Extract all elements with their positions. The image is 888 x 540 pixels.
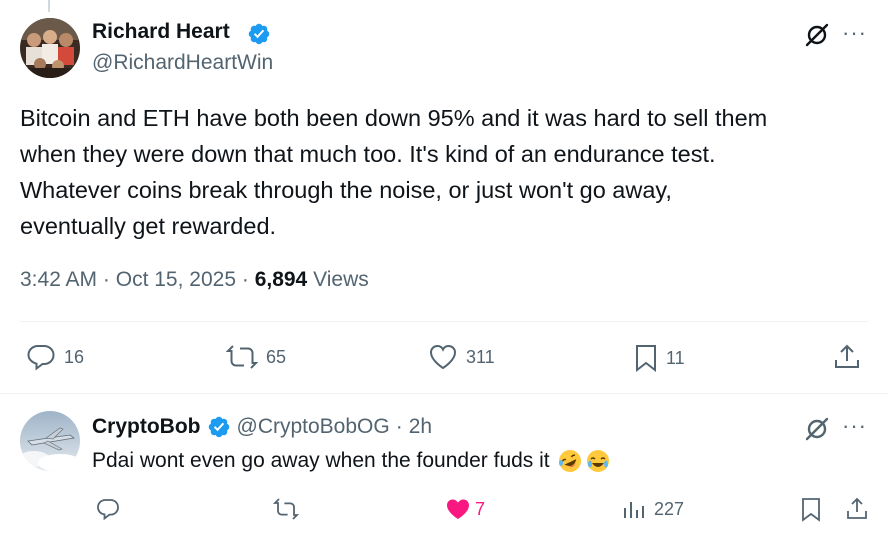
main-tweet: Richard Heart @RichardHeartWin ··· Bitco… bbox=[0, 0, 888, 393]
reply-author-avatar[interactable] bbox=[20, 411, 80, 471]
repost-button[interactable]: 65 bbox=[226, 343, 286, 371]
tweet-text-line: Bitcoin and ETH have both been down 95% … bbox=[20, 105, 768, 131]
reply-button[interactable] bbox=[96, 497, 120, 521]
tweet-meta: 3:42 AM · Oct 15, 2025 · 6,894 Views bbox=[20, 268, 369, 292]
repost-count: 65 bbox=[266, 346, 287, 367]
views-chart-icon bbox=[624, 502, 644, 518]
meta-separator: · bbox=[102, 268, 110, 291]
reply-icon bbox=[27, 345, 55, 371]
views-button[interactable]: 227 bbox=[622, 497, 684, 521]
tweet-text: Bitcoin and ETH have both been down 95% … bbox=[20, 100, 870, 244]
share-icon bbox=[835, 344, 859, 368]
tweet-text-line: eventually get rewarded. bbox=[20, 213, 277, 239]
tweet-time[interactable]: 3:42 AM bbox=[20, 268, 97, 291]
like-count: 7 bbox=[475, 498, 486, 519]
tweet-text-line: when they were down that much too. It's … bbox=[20, 141, 716, 167]
like-count: 311 bbox=[466, 346, 495, 367]
like-button[interactable]: 7 bbox=[445, 497, 485, 521]
more-options-icon[interactable]: ··· bbox=[842, 20, 867, 46]
reply-text-body: Pdai wont even go away when the founder … bbox=[92, 449, 550, 472]
grok-icon[interactable] bbox=[804, 416, 830, 442]
reply-header: CryptoBob @CryptoBobOG · 2h bbox=[92, 415, 432, 439]
repost-button[interactable] bbox=[273, 497, 299, 521]
bookmark-button[interactable] bbox=[800, 497, 822, 523]
share-icon bbox=[847, 497, 867, 519]
views-label: Views bbox=[313, 268, 369, 291]
verified-badge-icon[interactable] bbox=[207, 415, 231, 439]
meta-separator: · bbox=[241, 268, 249, 291]
rolling-laughing-emoji bbox=[558, 450, 581, 472]
repost-icon bbox=[273, 498, 299, 520]
views-count: 227 bbox=[654, 498, 685, 519]
like-button[interactable]: 311 bbox=[428, 343, 495, 371]
bookmark-count: 11 bbox=[666, 347, 685, 368]
reply-button[interactable]: 16 bbox=[26, 343, 84, 371]
bookmark-icon bbox=[802, 498, 820, 522]
tweet-date[interactable]: Oct 15, 2025 bbox=[116, 268, 236, 291]
tears-of-joy-emoji bbox=[586, 450, 609, 472]
bookmark-button[interactable]: 11 bbox=[634, 343, 685, 373]
meta-separator: · bbox=[395, 415, 403, 438]
reply-icon bbox=[97, 499, 119, 521]
share-button[interactable] bbox=[833, 343, 861, 371]
reply-text: Pdai wont even go away when the founder … bbox=[92, 449, 610, 473]
divider bbox=[0, 393, 888, 394]
heart-icon bbox=[447, 499, 469, 519]
author-handle[interactable]: @RichardHeartWin bbox=[92, 51, 273, 75]
bookmark-icon bbox=[636, 345, 656, 373]
author-name[interactable]: Richard Heart bbox=[92, 20, 230, 44]
heart-icon bbox=[429, 344, 457, 370]
divider bbox=[20, 321, 868, 322]
reply-count: 16 bbox=[64, 346, 85, 367]
reply-author-name[interactable]: CryptoBob bbox=[92, 415, 201, 439]
reply-time[interactable]: 2h bbox=[409, 415, 432, 439]
share-button[interactable] bbox=[845, 497, 869, 521]
more-options-icon[interactable]: ··· bbox=[842, 413, 867, 439]
grok-icon[interactable] bbox=[804, 22, 830, 48]
verified-badge-icon[interactable] bbox=[247, 22, 271, 46]
views-count: 6,894 bbox=[254, 268, 308, 291]
author-avatar[interactable] bbox=[20, 18, 80, 78]
tweet-text-line: Whatever coins break through the noise, … bbox=[20, 177, 672, 203]
repost-icon bbox=[226, 345, 258, 369]
reply-author-handle[interactable]: @CryptoBobOG bbox=[237, 415, 390, 439]
